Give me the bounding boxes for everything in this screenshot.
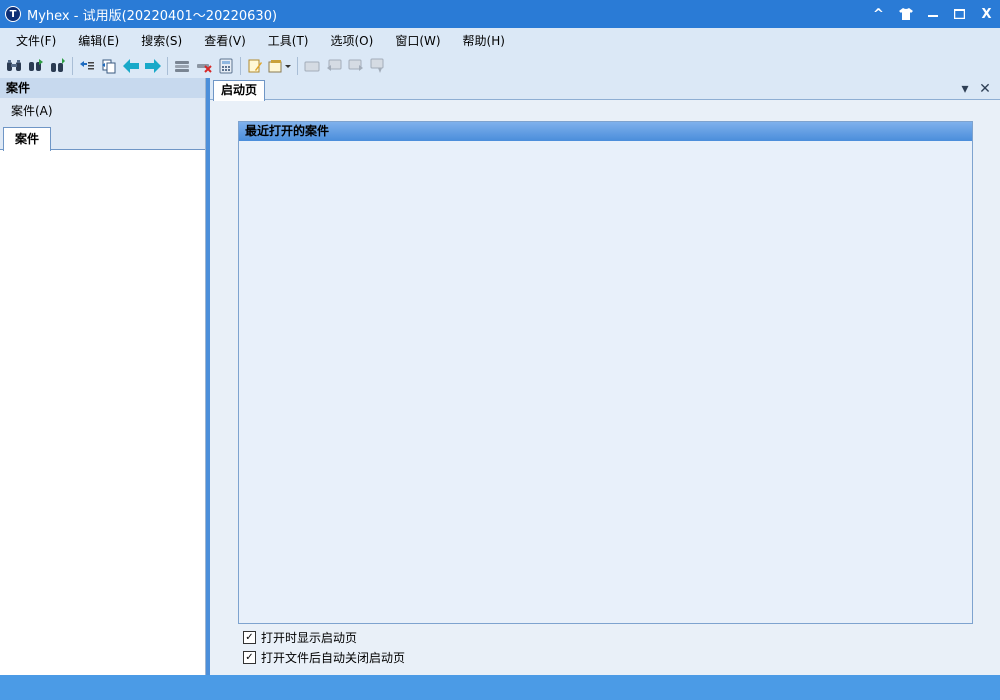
menu-file[interactable]: 文件(F) bbox=[5, 30, 67, 52]
tab-start-page[interactable]: 启动页 bbox=[213, 80, 265, 101]
tab-list-dropdown-icon[interactable]: ▾ bbox=[956, 80, 974, 98]
case-menu-button[interactable]: 案件(A) bbox=[0, 98, 205, 124]
calculator-icon[interactable] bbox=[215, 55, 237, 77]
recent-cases-header: 最近打开的案件 bbox=[239, 122, 972, 141]
menu-window[interactable]: 窗口(W) bbox=[384, 30, 451, 52]
title-bar: T Myhex - 试用版(20220401～20220630) ^ X bbox=[0, 0, 1000, 28]
window-controls: ^ X bbox=[865, 0, 1000, 28]
toolbar-separator bbox=[240, 57, 241, 75]
case-tabstrip: 案件 bbox=[0, 124, 205, 151]
document-tabstrip: 启动页 ▾ ✕ bbox=[210, 78, 1000, 101]
show-start-page-checkbox[interactable]: ✓ bbox=[243, 631, 256, 644]
auto-close-start-page-label: 打开文件后自动关闭启动页 bbox=[261, 651, 406, 665]
minimize-button[interactable] bbox=[919, 0, 946, 28]
options-dropdown-icon[interactable] bbox=[266, 55, 294, 77]
toolbar bbox=[0, 54, 1000, 78]
menu-edit[interactable]: 编辑(E) bbox=[67, 30, 130, 52]
case-panel: 案件 案件(A) 案件 bbox=[0, 78, 206, 675]
close-button[interactable]: X bbox=[973, 0, 1000, 28]
toolbar-separator bbox=[297, 57, 298, 75]
case-panel-header: 案件 bbox=[0, 78, 205, 98]
bookmark-prev-icon[interactable] bbox=[323, 55, 345, 77]
menu-bar: 文件(F) 编辑(E) 搜索(S) 查看(V) 工具(T) 选项(O) 窗口(W… bbox=[0, 28, 1000, 54]
auto-close-start-page-option[interactable]: ✓ 打开文件后自动关闭启动页 bbox=[243, 649, 405, 666]
goto-icon[interactable] bbox=[76, 55, 98, 77]
toolbar-separator bbox=[167, 57, 168, 75]
edit-note-icon[interactable] bbox=[244, 55, 266, 77]
forward-arrow-icon[interactable] bbox=[142, 55, 164, 77]
bookmark-next-icon[interactable] bbox=[345, 55, 367, 77]
find-replace-icon[interactable] bbox=[47, 55, 69, 77]
disk-remove-icon[interactable] bbox=[193, 55, 215, 77]
copy-icon[interactable] bbox=[98, 55, 120, 77]
collapse-ribbon-button[interactable]: ^ bbox=[865, 0, 892, 28]
menu-help[interactable]: 帮助(H) bbox=[452, 30, 516, 52]
skin-shirt-icon[interactable] bbox=[892, 0, 919, 28]
close-tab-icon[interactable]: ✕ bbox=[976, 80, 994, 98]
show-start-page-label: 打开时显示启动页 bbox=[261, 631, 358, 645]
toolbar-separator bbox=[72, 57, 73, 75]
show-start-page-option[interactable]: ✓ 打开时显示启动页 bbox=[243, 629, 357, 646]
menu-tools[interactable]: 工具(T) bbox=[257, 30, 320, 52]
app-logo-icon: T bbox=[5, 6, 21, 22]
menu-view[interactable]: 查看(V) bbox=[193, 30, 257, 52]
bookmark-clear-icon[interactable] bbox=[367, 55, 389, 77]
menu-options[interactable]: 选项(O) bbox=[320, 30, 385, 52]
disk-stack-icon[interactable] bbox=[171, 55, 193, 77]
status-bar bbox=[0, 675, 1000, 700]
auto-close-start-page-checkbox[interactable]: ✓ bbox=[243, 651, 256, 664]
binoculars-icon[interactable] bbox=[3, 55, 25, 77]
tab-case[interactable]: 案件 bbox=[3, 127, 51, 151]
find-next-icon[interactable] bbox=[25, 55, 47, 77]
menu-search[interactable]: 搜索(S) bbox=[130, 30, 193, 52]
bookmark-icon[interactable] bbox=[301, 55, 323, 77]
window-title: Myhex - 试用版(20220401～20220630) bbox=[27, 8, 278, 24]
recent-cases-panel: 最近打开的案件 bbox=[238, 121, 973, 624]
maximize-button[interactable] bbox=[946, 0, 973, 28]
back-arrow-icon[interactable] bbox=[120, 55, 142, 77]
document-area: 启动页 ▾ ✕ 最近打开的案件 ✓ 打开时显示启动页 ✓ 打开文件后自动关闭启动… bbox=[210, 78, 1000, 675]
